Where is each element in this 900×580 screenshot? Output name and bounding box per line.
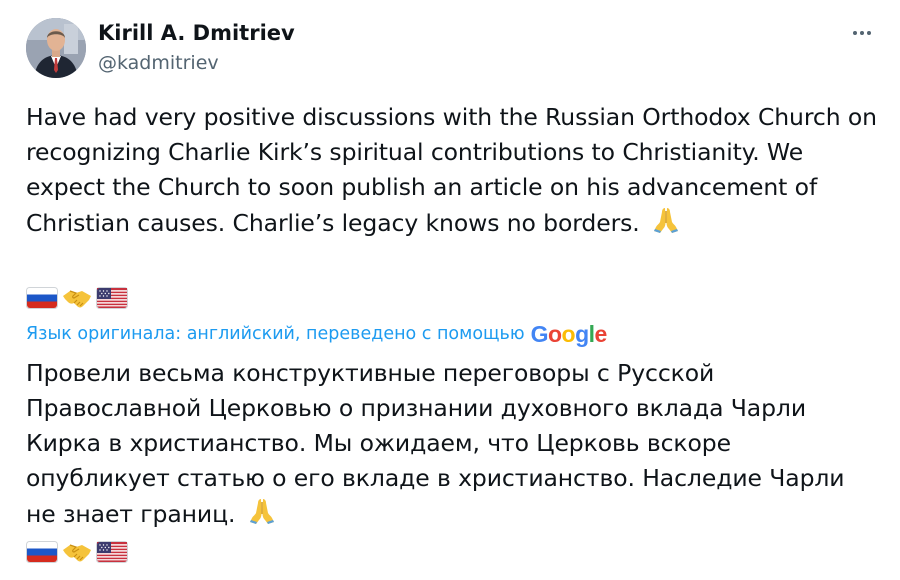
- handshake-icon: [62, 541, 92, 563]
- google-logo: Google: [530, 321, 608, 347]
- emoji-row: [26, 286, 128, 310]
- folded-hands-icon: [651, 205, 681, 245]
- tweet-text: Have had very positive discussions with …: [26, 103, 877, 237]
- usa-flag-icon: [96, 287, 128, 309]
- avatar[interactable]: [26, 18, 86, 78]
- tweet-card: Kirill A. Dmitriev @kadmitriev Have had …: [0, 0, 900, 580]
- russia-flag-icon: [26, 287, 58, 309]
- author-name[interactable]: Kirill A. Dmitriev: [98, 20, 295, 46]
- russia-flag-icon: [26, 541, 58, 563]
- translation-attribution[interactable]: Язык оригинала: английский, переведено с…: [26, 320, 607, 348]
- usa-flag-icon: [96, 541, 128, 563]
- folded-hands-icon: [247, 496, 277, 536]
- more-icon: [852, 31, 873, 35]
- translation-note-text: Язык оригинала: английский, переведено с…: [26, 324, 525, 344]
- tweet-body: Have had very positive discussions with …: [26, 100, 878, 245]
- avatar-photo: [26, 18, 86, 78]
- author-handle[interactable]: @kadmitriev: [98, 50, 219, 76]
- more-options-button[interactable]: [842, 18, 882, 48]
- handshake-icon: [62, 287, 92, 309]
- translated-body: Провели весьма конструктивные переговоры…: [26, 356, 878, 536]
- emoji-row-translated: [26, 540, 128, 564]
- translated-text: Провели весьма конструктивные переговоры…: [26, 359, 845, 528]
